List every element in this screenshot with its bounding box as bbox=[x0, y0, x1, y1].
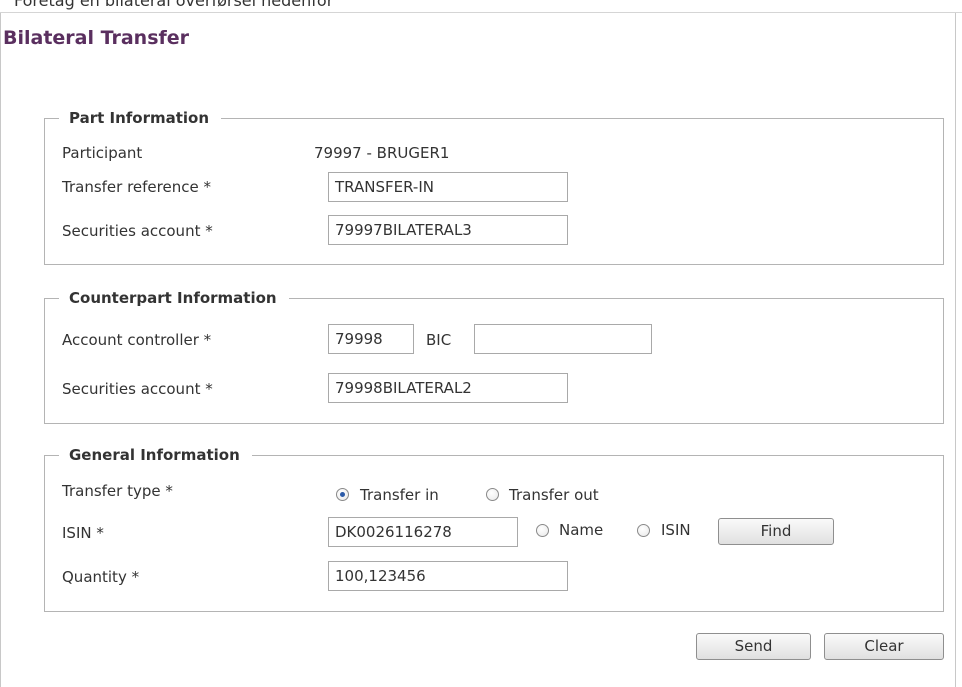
search-by-name-label[interactable]: Name bbox=[559, 521, 603, 539]
participant-value: 79997 - BRUGER1 bbox=[314, 144, 450, 162]
securities-account-input[interactable]: 79997BILATERAL3 bbox=[328, 215, 568, 245]
search-by-isin-label[interactable]: ISIN bbox=[661, 521, 691, 539]
page-title: Bilateral Transfer bbox=[3, 27, 190, 49]
isin-label: ISIN * bbox=[62, 524, 104, 542]
general-information-legend: General Information bbox=[59, 444, 252, 466]
clear-button[interactable]: Clear bbox=[824, 633, 944, 660]
search-by-name-radio[interactable] bbox=[536, 524, 549, 537]
securities-account-label: Securities account * bbox=[62, 222, 213, 240]
transfer-type-label: Transfer type * bbox=[62, 482, 173, 500]
top-divider bbox=[0, 12, 962, 13]
transfer-reference-input[interactable]: TRANSFER-IN bbox=[328, 172, 568, 202]
counterpart-securities-account-label: Securities account * bbox=[62, 380, 213, 398]
counterpart-information-section: Counterpart Information bbox=[44, 287, 944, 424]
bic-label: BIC bbox=[426, 331, 452, 349]
transfer-in-label[interactable]: Transfer in bbox=[360, 486, 439, 504]
search-by-isin-radio[interactable] bbox=[637, 524, 650, 537]
top-cropped-text: Foretag en bilateral overførsel nedenfor bbox=[14, 0, 334, 10]
transfer-in-radio[interactable] bbox=[336, 488, 349, 501]
account-controller-input[interactable]: 79998 bbox=[328, 324, 414, 354]
frame-left-border bbox=[0, 13, 1, 687]
counterpart-information-legend: Counterpart Information bbox=[59, 287, 289, 309]
isin-input[interactable]: DK0026116278 bbox=[328, 517, 518, 547]
counterpart-securities-account-input[interactable]: 79998BILATERAL2 bbox=[328, 373, 568, 403]
bic-input[interactable] bbox=[474, 324, 652, 354]
find-button[interactable]: Find bbox=[718, 518, 834, 545]
quantity-label: Quantity * bbox=[62, 568, 140, 586]
frame-right-border bbox=[955, 13, 956, 687]
send-button[interactable]: Send bbox=[696, 633, 811, 660]
account-controller-label: Account controller * bbox=[62, 331, 212, 349]
transfer-out-radio[interactable] bbox=[486, 488, 499, 501]
participant-label: Participant bbox=[62, 144, 143, 162]
transfer-out-label[interactable]: Transfer out bbox=[509, 486, 599, 504]
part-information-legend: Part Information bbox=[59, 107, 222, 129]
quantity-input[interactable]: 100,123456 bbox=[328, 561, 568, 591]
transfer-reference-label: Transfer reference * bbox=[62, 178, 211, 196]
